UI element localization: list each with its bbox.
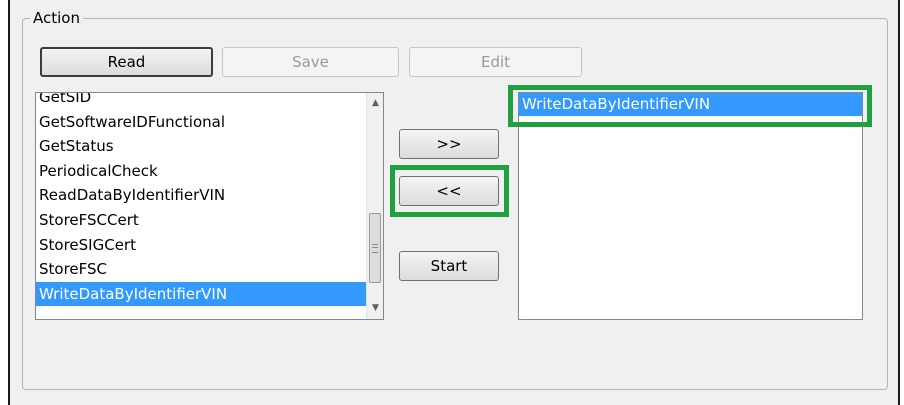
list-item-selected[interactable]: WriteDataByIdentifierVIN <box>36 281 367 307</box>
list-item[interactable]: GetSoftwareIDFunctional <box>36 110 367 135</box>
groupbox-title: Action <box>30 8 83 28</box>
grip-icon <box>372 244 378 253</box>
remove-from-selection-button[interactable]: << <box>399 176 499 206</box>
list-item[interactable]: PeriodicalCheck <box>36 159 367 184</box>
list-item[interactable]: StoreSIGCert <box>36 233 367 258</box>
list-items: GetSID GetSoftwareIDFunctional GetStatus… <box>36 93 367 307</box>
save-button[interactable]: Save <box>222 47 399 77</box>
start-button[interactable]: Start <box>399 251 499 281</box>
list-item[interactable]: GetSID <box>36 93 367 110</box>
list-scrollbar[interactable]: ▲ ▼ <box>366 93 383 319</box>
scroll-up-arrow-icon[interactable]: ▲ <box>367 95 383 112</box>
scroll-down-arrow-icon[interactable]: ▼ <box>367 300 383 317</box>
read-button[interactable]: Read <box>40 47 213 77</box>
list-item[interactable]: StoreFSCCert <box>36 208 367 233</box>
list-item[interactable]: ReadDataByIdentifierVIN <box>36 183 367 208</box>
highlight-box-selected-item <box>508 85 872 127</box>
add-to-selection-button[interactable]: >> <box>399 129 499 159</box>
scrollbar-thumb[interactable] <box>369 213 381 283</box>
list-item[interactable]: StoreFSC <box>36 257 367 282</box>
available-functions-list[interactable]: GetSID GetSoftwareIDFunctional GetStatus… <box>35 92 384 320</box>
list-item[interactable]: GetStatus <box>36 134 367 159</box>
edit-button[interactable]: Edit <box>409 47 582 77</box>
